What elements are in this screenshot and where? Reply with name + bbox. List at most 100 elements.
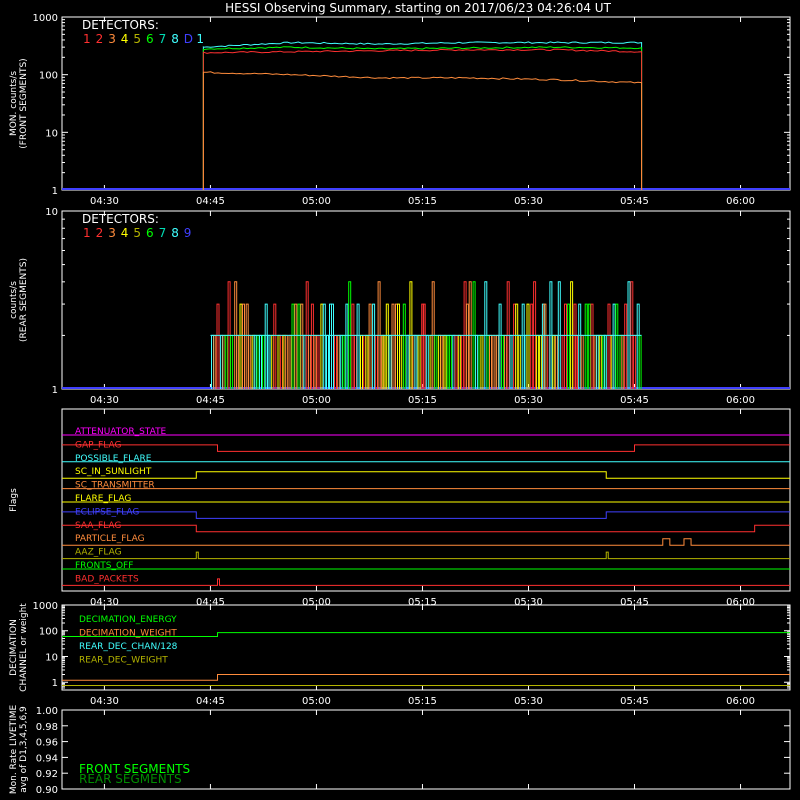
decimation-x-tick-label: 05:15 bbox=[408, 696, 437, 707]
livetime-y-tick-label: 0.94 bbox=[36, 753, 58, 764]
rear-count-spike bbox=[259, 334, 262, 389]
flag-label-sc_in_sunlight: SC_IN_SUNLIGHT bbox=[75, 467, 152, 477]
front-legend-title: DETECTORS: bbox=[82, 18, 159, 32]
livetime-y-tick-label: 0.98 bbox=[36, 722, 58, 733]
chart-title: HESSI Observing Summary, starting on 201… bbox=[225, 1, 611, 15]
front-legend-item: 4 bbox=[121, 32, 129, 46]
front-legend-item: 5 bbox=[133, 32, 141, 46]
rear-count-spike bbox=[322, 303, 326, 389]
rear-count-spike bbox=[391, 303, 395, 389]
rear-count-spike bbox=[603, 334, 607, 389]
rear-count-spike bbox=[365, 334, 369, 389]
rear-count-spike bbox=[242, 303, 245, 389]
rear-legend-item: 8 bbox=[171, 226, 179, 240]
decimation-legend-item: REAR_DEC_WEIGHT bbox=[79, 656, 168, 666]
rear-count-spike bbox=[216, 303, 220, 389]
rear-count-spike bbox=[598, 334, 602, 389]
rear-count-spike bbox=[425, 334, 429, 389]
livetime-y-tick-label: 0.92 bbox=[36, 769, 58, 780]
rear-count-spike bbox=[564, 303, 567, 389]
rear-legend-item: 9 bbox=[184, 226, 192, 240]
decimation-x-tick-label: 04:30 bbox=[90, 696, 119, 707]
rear-x-tick-label: 05:45 bbox=[620, 395, 649, 406]
flag-trace-particle_flag bbox=[62, 538, 790, 546]
rear-count-spike bbox=[580, 334, 584, 389]
rear-count-spike bbox=[211, 334, 214, 389]
front-x-tick-label: 05:30 bbox=[514, 196, 543, 207]
decimation-legend-item: DECIMATION_ENERGY bbox=[79, 615, 177, 625]
rear-count-spike bbox=[297, 303, 301, 389]
rear-count-spike bbox=[256, 334, 260, 389]
rear-y-label: (REAR SEGMENTS) bbox=[19, 258, 29, 342]
flag-trace-saa_flag bbox=[62, 524, 790, 533]
rear-count-spike bbox=[356, 303, 360, 389]
rear-count-spike bbox=[337, 334, 341, 389]
rear-count-spike bbox=[313, 334, 317, 389]
rear-legend-item: 1 bbox=[83, 226, 91, 240]
livetime-legend-item: REAR SEGMENTS bbox=[79, 772, 182, 786]
rear-legend-item: 5 bbox=[133, 226, 141, 240]
rear-count-spike bbox=[446, 334, 450, 389]
rear-count-spike bbox=[621, 334, 625, 389]
rear-count-spike bbox=[498, 303, 502, 389]
front-legend-item: 6 bbox=[146, 32, 154, 46]
rear-count-spike bbox=[345, 303, 349, 389]
rear-count-spike bbox=[402, 303, 406, 389]
rear-x-tick-label: 05:00 bbox=[302, 395, 331, 406]
rear-count-spike bbox=[504, 334, 508, 389]
rear-count-spike bbox=[284, 334, 288, 389]
rear-count-spike bbox=[222, 334, 226, 389]
rear-legend-item: 4 bbox=[121, 226, 129, 240]
front-y-label: MON. counts/s bbox=[9, 71, 19, 136]
rear-count-spike bbox=[509, 334, 513, 389]
front-x-tick-label: 05:15 bbox=[408, 196, 437, 207]
rear-count-spike bbox=[440, 334, 444, 389]
rear-x-tick-label: 06:00 bbox=[726, 395, 755, 406]
rear-count-spike bbox=[385, 303, 389, 389]
rear-count-spike bbox=[291, 303, 295, 389]
rear-x-tick-label: 05:30 bbox=[514, 395, 543, 406]
rear-count-spike bbox=[434, 334, 438, 389]
rear-count-spike bbox=[316, 334, 320, 389]
rear-count-spike bbox=[326, 334, 329, 389]
decimation-legend-item: REAR_DEC_CHAN/128 bbox=[79, 642, 178, 652]
rear-count-spike bbox=[521, 303, 525, 389]
rear-count-spike bbox=[517, 334, 521, 389]
front-x-tick-label: 05:00 bbox=[302, 196, 331, 207]
rear-count-spike bbox=[615, 303, 619, 389]
flag-trace-aaz_flag bbox=[62, 551, 790, 560]
rear-count-spike bbox=[530, 303, 534, 389]
rear-count-spike bbox=[624, 303, 628, 389]
rear-count-spike bbox=[288, 334, 292, 389]
rear-count-spike bbox=[539, 334, 543, 389]
rear-count-spike bbox=[339, 334, 343, 389]
rear-count-spike bbox=[587, 303, 591, 389]
front-y-tick-label: 10 bbox=[45, 128, 58, 139]
front-x-tick-label: 04:30 bbox=[90, 196, 119, 207]
decimation-y-tick-label: 1 bbox=[52, 678, 58, 689]
rear-count-spike bbox=[239, 303, 243, 389]
rear-x-tick-label: 04:45 bbox=[196, 395, 225, 406]
rear-count-spike bbox=[552, 334, 556, 389]
rear-count-spike bbox=[633, 334, 637, 389]
livetime-y-tick-label: 0.96 bbox=[36, 738, 58, 749]
front-x-tick-label: 05:45 bbox=[620, 196, 649, 207]
flags-y-label: Flags bbox=[9, 488, 19, 512]
decimation-x-tick-label: 04:45 bbox=[196, 696, 225, 707]
rear-legend-item: 7 bbox=[159, 226, 167, 240]
rear-count-spike bbox=[492, 334, 496, 389]
rear-count-spike bbox=[374, 334, 378, 389]
rear-legend-item: 2 bbox=[96, 226, 104, 240]
rear-count-spike bbox=[230, 334, 234, 389]
rear-count-spike bbox=[267, 334, 271, 389]
rear-count-spike bbox=[486, 334, 490, 389]
rear-count-spike bbox=[457, 334, 461, 389]
rear-count-spike bbox=[465, 303, 469, 389]
rear-count-spike bbox=[417, 334, 421, 389]
rear-legend-title: DETECTORS: bbox=[82, 212, 159, 226]
rear-legend-item: 3 bbox=[108, 226, 116, 240]
rear-count-spike bbox=[612, 303, 616, 389]
rear-count-spike bbox=[437, 334, 441, 389]
front-y-label: (FRONT SEGMENTS) bbox=[19, 58, 29, 148]
rear-count-spike bbox=[489, 334, 492, 389]
